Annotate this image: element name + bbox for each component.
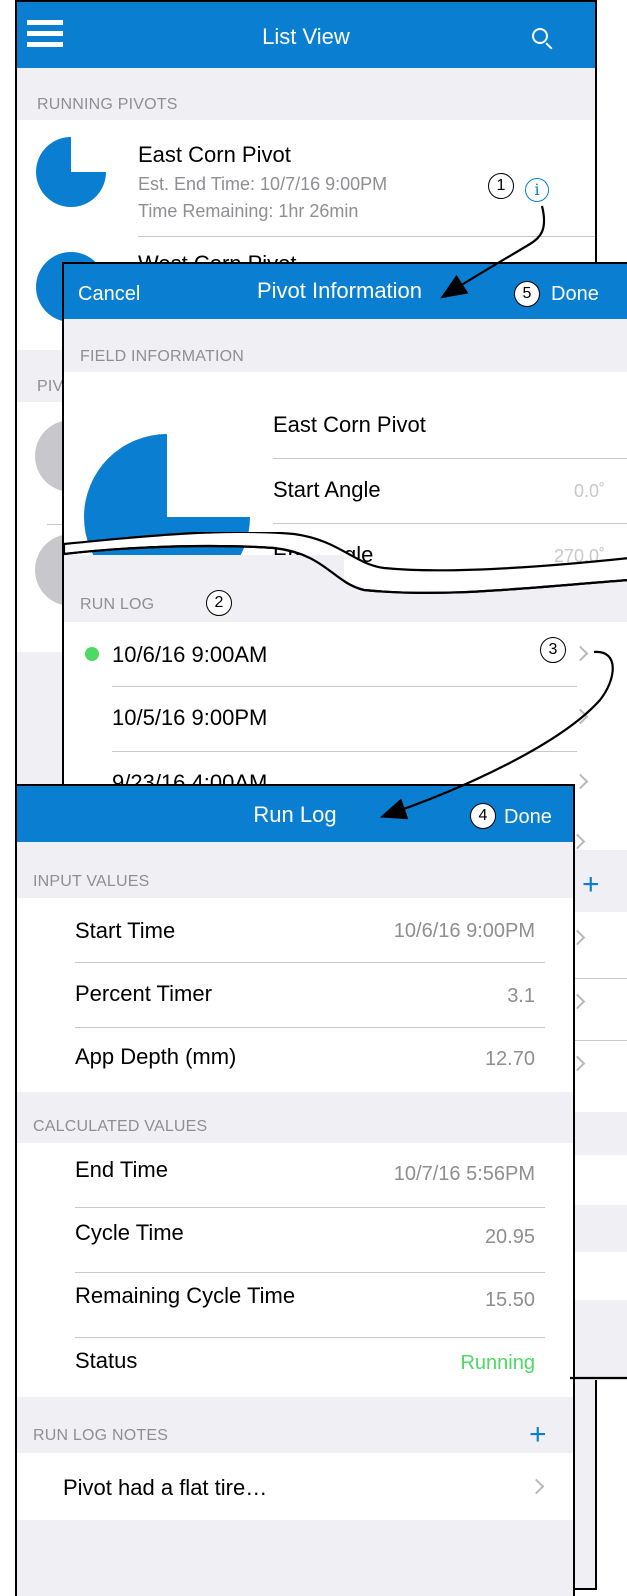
pivot-time-remaining: Time Remaining: 1hr 26min	[138, 201, 359, 221]
status-dot	[85, 647, 99, 661]
info-icon[interactable]: i	[525, 178, 549, 202]
run-log-notes-header: RUN LOG NOTES	[33, 1427, 169, 1444]
callout-badge-5: 5	[514, 281, 540, 307]
start-time-value: 10/6/16 9:00PM	[393, 920, 535, 942]
list-view-navbar: List View	[17, 2, 595, 68]
row-separator	[572, 978, 627, 979]
done-button[interactable]: Done	[504, 806, 552, 829]
note-row[interactable]: Pivot had a flat tire…	[17, 1453, 573, 1520]
pivot-info-navbar: Cancel Pivot Information Done	[64, 264, 627, 319]
pivot-information-screen: Cancel Pivot Information Done FIELD INFO…	[62, 262, 627, 802]
start-angle-value: 0.0˚	[573, 481, 605, 501]
input-row-start-time[interactable]: Start Time 10/6/16 9:00PM	[17, 898, 573, 962]
start-angle-label: Start Angle	[273, 477, 381, 502]
plus-icon[interactable]: +	[529, 1420, 547, 1450]
calc-row-end-time: End Time 10/7/16 5:56PM	[17, 1143, 573, 1207]
pivot-info-title: Pivot Information	[256, 278, 423, 303]
input-values-header: INPUT VALUES	[33, 873, 150, 890]
run-log-date: 10/6/16 9:00AM	[112, 642, 268, 667]
cycle-time-label: Cycle Time	[75, 1220, 184, 1245]
note-text: Pivot had a flat tire…	[63, 1475, 268, 1500]
remaining-cycle-time-label: Remaining Cycle Time	[75, 1283, 296, 1308]
end-time-label: End Time	[75, 1157, 168, 1182]
pivot-progress-icon	[36, 137, 106, 207]
calc-row-status: Status Running	[17, 1338, 573, 1397]
app-depth-value: 12.70	[484, 1048, 535, 1070]
pivot-end-time: Est. End Time: 10/7/16 9:00PM	[138, 174, 388, 194]
list-view-title: List View	[262, 24, 350, 49]
callout-badge-1: 1	[488, 173, 514, 199]
callout-badge-2: 2	[206, 590, 232, 616]
run-log-header: RUN LOG	[80, 596, 155, 613]
calculated-values-header: CALCULATED VALUES	[33, 1118, 208, 1135]
chevron-right-icon	[572, 708, 589, 725]
calc-row-remaining-cycle-time: Remaining Cycle Time 15.50	[17, 1273, 573, 1337]
run-log-screen: Run Log Done INPUT VALUES Start Time 10/…	[15, 784, 575, 1596]
chevron-right-icon	[528, 1478, 545, 1495]
run-log-date: 10/5/16 9:00PM	[112, 705, 268, 730]
start-angle-row[interactable]: Start Angle 0.0˚	[273, 459, 627, 523]
end-time-value: 10/7/16 5:56PM	[393, 1163, 535, 1185]
done-button[interactable]: Done	[551, 283, 599, 306]
percent-timer-value: 3.1	[507, 985, 535, 1007]
row-separator	[572, 1040, 627, 1041]
field-pivot-name: East Corn Pivot	[273, 412, 426, 437]
chevron-right-icon	[572, 645, 589, 662]
running-pivots-header: RUNNING PIVOTS	[37, 96, 178, 113]
cycle-time-value: 20.95	[484, 1226, 535, 1248]
percent-timer-label: Percent Timer	[75, 981, 212, 1006]
start-time-label: Start Time	[75, 918, 176, 943]
input-row-app-depth[interactable]: App Depth (mm) 12.70	[17, 1028, 573, 1092]
callout-badge-4: 4	[470, 803, 496, 829]
overflow-cell	[572, 1155, 627, 1205]
other-pivots-header: PIV	[37, 378, 64, 395]
status-label: Status	[75, 1348, 138, 1373]
pivot-info-overflow: +	[569, 800, 627, 1380]
search-icon[interactable]	[532, 28, 554, 50]
status-value: Running	[460, 1352, 535, 1374]
input-row-percent-timer[interactable]: Percent Timer 3.1	[17, 963, 573, 1027]
chevron-right-icon	[572, 773, 589, 790]
app-depth-label: App Depth (mm)	[75, 1044, 237, 1069]
remaining-cycle-time-value: 15.50	[484, 1289, 535, 1311]
callout-badge-3: 3	[540, 637, 566, 663]
overflow-cell	[572, 1252, 627, 1300]
field-information-header: FIELD INFORMATION	[80, 348, 244, 365]
plus-icon[interactable]: +	[582, 870, 600, 900]
run-log-row[interactable]: 10/5/16 9:00PM	[64, 687, 627, 751]
calc-row-cycle-time: Cycle Time 20.95	[17, 1208, 573, 1272]
pivot-name: East Corn Pivot	[138, 142, 291, 167]
